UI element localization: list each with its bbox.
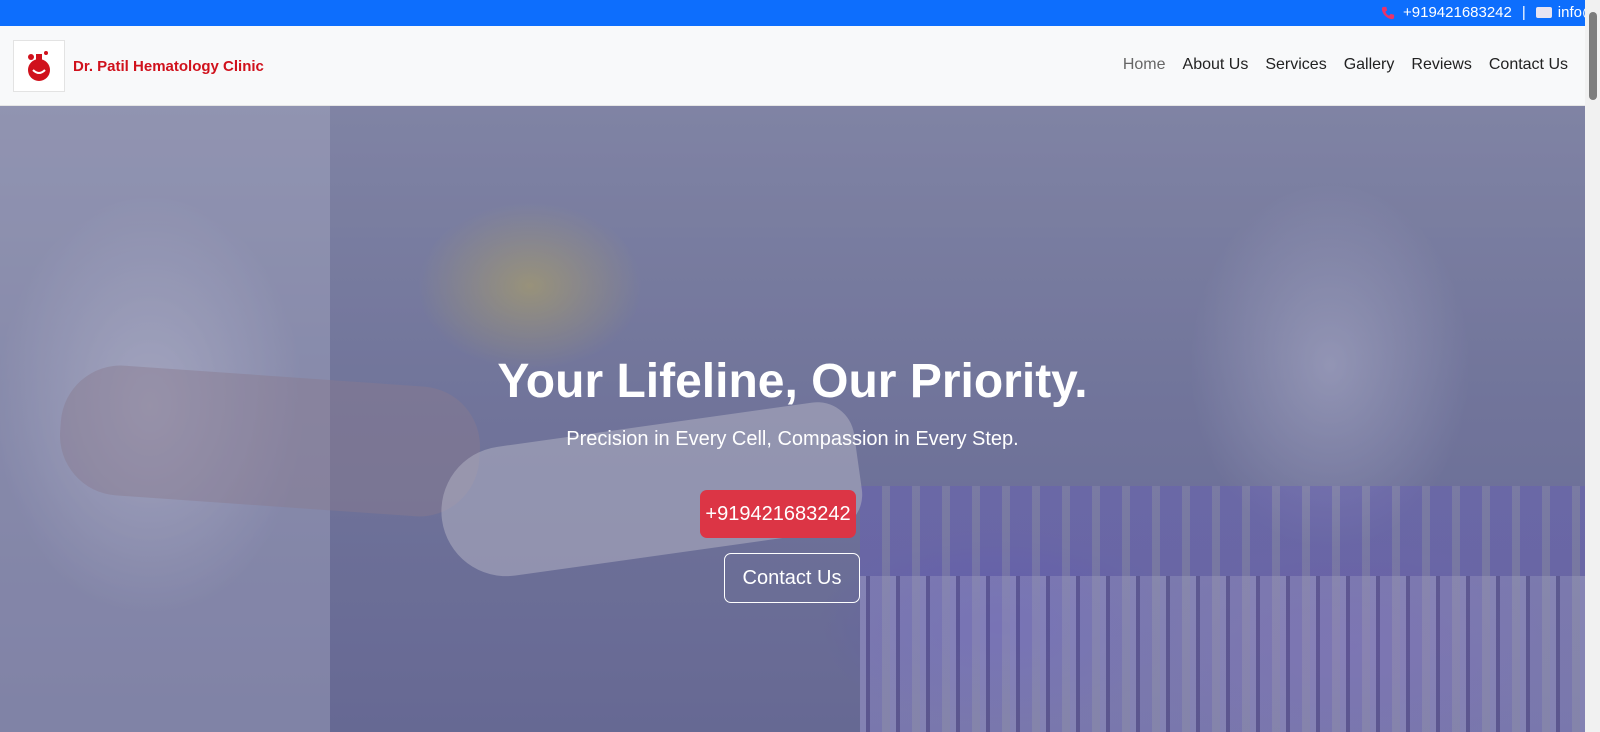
- hero-subtitle: Precision in Every Cell, Compassion in E…: [566, 428, 1019, 450]
- mail-icon: [1535, 7, 1552, 18]
- nav-item-contact-us[interactable]: Contact Us: [1489, 56, 1568, 74]
- nav-item-gallery[interactable]: Gallery: [1344, 56, 1395, 74]
- nav-item-about-us[interactable]: About Us: [1183, 56, 1249, 74]
- flask-drop-icon: [13, 40, 65, 92]
- navbar: Dr. Patil Hematology Clinic Home About U…: [0, 26, 1585, 106]
- nav-item-home[interactable]: Home: [1123, 56, 1166, 74]
- topbar-separator: |: [1521, 4, 1526, 21]
- brand-name: Dr. Patil Hematology Clinic: [73, 57, 264, 75]
- phone-icon: [1381, 6, 1395, 19]
- nav-item-services[interactable]: Services: [1265, 56, 1326, 74]
- call-phone-button[interactable]: +919421683242: [700, 490, 856, 538]
- topbar-contact-info: +919421683242 | info@: [1381, 4, 1597, 21]
- topbar-phone[interactable]: +919421683242: [1403, 4, 1512, 21]
- scrollbar-thumb[interactable]: [1589, 12, 1597, 100]
- hero-section: Your Lifeline, Our Priority. Precision i…: [0, 106, 1585, 732]
- brand[interactable]: Dr. Patil Hematology Clinic: [13, 40, 264, 92]
- page-scrollbar[interactable]: [1585, 0, 1600, 732]
- nav-item-reviews[interactable]: Reviews: [1411, 56, 1471, 74]
- hero-title: Your Lifeline, Our Priority.: [497, 355, 1088, 408]
- hero-content: Your Lifeline, Our Priority. Precision i…: [0, 106, 1585, 732]
- top-contact-bar: +919421683242 | info@: [0, 0, 1600, 26]
- contact-us-button[interactable]: Contact Us: [724, 553, 860, 603]
- nav-links: Home About Us Services Gallery Reviews C…: [1106, 56, 1568, 74]
